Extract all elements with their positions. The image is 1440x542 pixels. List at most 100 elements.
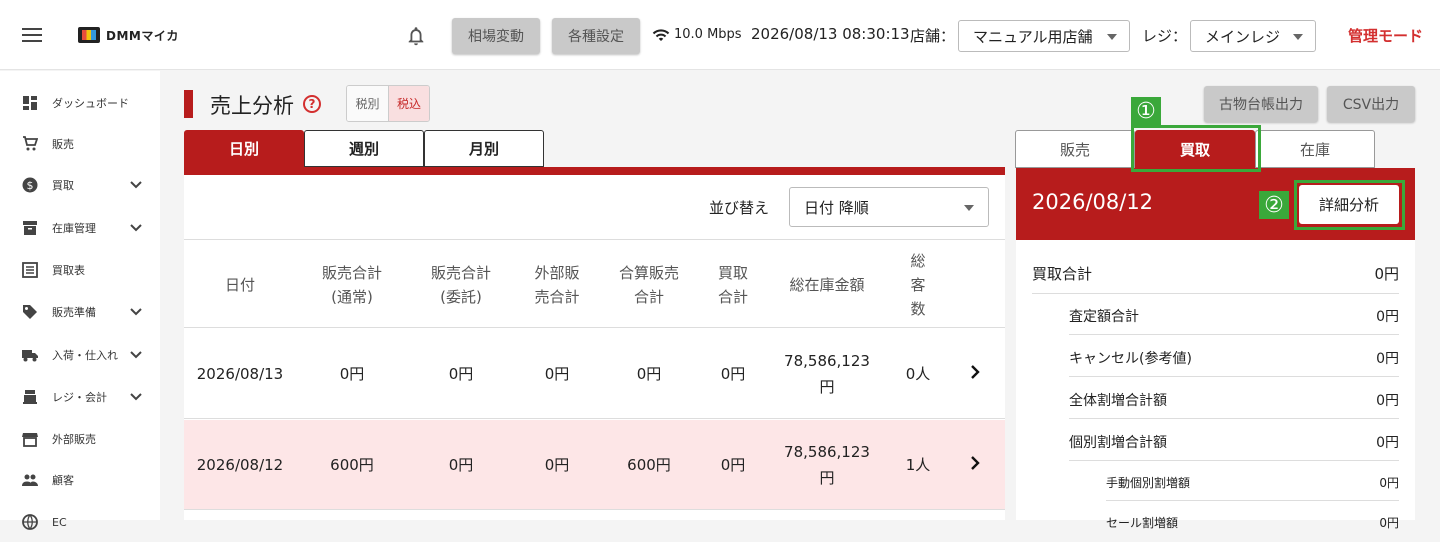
sidebar-item-sales[interactable]: 販売: [0, 124, 160, 164]
cell-stock-value: 78,586,123 円: [784, 443, 870, 487]
sidebar-item-label: 入荷・仕入れ: [52, 349, 118, 362]
cell-external: 0円: [544, 456, 570, 474]
column-header[interactable]: 合算販売 合計: [600, 240, 698, 329]
annotation-marker-1: ①: [1131, 97, 1161, 125]
bell-icon[interactable]: [405, 24, 427, 48]
current-datetime: 2026/08/13 08:30:13: [751, 25, 910, 43]
summary-label: 手動個別割増額: [1106, 475, 1191, 490]
summary-line: 買取合計 0円: [1032, 254, 1399, 294]
chevron-down-icon: [964, 205, 974, 211]
cell-date: 2026/08/12: [196, 456, 284, 474]
column-header[interactable]: 日付: [184, 240, 296, 329]
chevron-right-icon[interactable]: [970, 456, 980, 470]
column-header[interactable]: 販売合計 (委託): [408, 240, 514, 329]
store-select-value: マニュアル用店舗: [973, 27, 1093, 46]
chevron-down-icon: [130, 308, 142, 316]
settings-button[interactable]: 各種設定: [552, 18, 640, 54]
cell-sales-normal: 600円: [330, 456, 374, 474]
summary-value: 0円: [1374, 265, 1399, 283]
summary-value: 0円: [1376, 351, 1399, 367]
column-header[interactable]: 販売合計 (通常): [296, 240, 408, 329]
cell-sales-consign: 0円: [448, 456, 474, 474]
summary-value: 0円: [1376, 309, 1399, 325]
sidebar-item-receiving[interactable]: 入荷・仕入れ: [0, 335, 160, 375]
cell-sales-normal: 0円: [339, 365, 365, 383]
tax-excluded-option[interactable]: 税別: [347, 86, 388, 121]
chevron-down-icon: [1293, 34, 1303, 40]
admin-mode-link[interactable]: 管理モード: [1348, 25, 1423, 46]
annotation-marker-2: ②: [1259, 191, 1289, 219]
table-row[interactable]: 2026/08/12 600円 0円 0円 600円 0円 78,586,123…: [184, 420, 1005, 510]
csv-export-button[interactable]: CSV出力: [1327, 86, 1415, 122]
antique-ledger-export-button[interactable]: 古物台帳出力: [1204, 86, 1318, 122]
summary-value: 0円: [1379, 475, 1399, 490]
summary-label: 個別割増合計額: [1069, 435, 1167, 451]
sort-select[interactable]: 日付 降順: [789, 187, 989, 227]
period-tabs: 日別 週別 月別: [184, 130, 544, 167]
annotation-box-2: [1294, 180, 1405, 230]
souba-button[interactable]: 相場変動: [452, 18, 540, 54]
summary-line: 全体割増合計額 0円: [1069, 382, 1399, 419]
tab-sales[interactable]: 販売: [1015, 130, 1135, 168]
sidebar-item-label: 外部販売: [52, 433, 96, 446]
tax-included-option[interactable]: 税込: [388, 86, 429, 121]
tab-daily[interactable]: 日別: [184, 130, 304, 167]
store-label: 店舗：: [910, 27, 956, 45]
tab-weekly[interactable]: 週別: [304, 130, 424, 167]
logo-mark: [78, 27, 100, 43]
sidebar-item-label: 販売準備: [52, 306, 96, 319]
chevron-down-icon: [130, 393, 142, 401]
register-select[interactable]: メインレジ: [1190, 20, 1316, 52]
cell-combined: 0円: [636, 365, 662, 383]
sidebar-item-label: 顧客: [52, 474, 74, 487]
sidebar-item-dashboard[interactable]: ダッシュボード: [0, 83, 160, 123]
table-row[interactable]: 2026/08/13 0円 0円 0円 0円 0円 78,586,123 円 0…: [184, 329, 1005, 419]
summary-label: キャンセル(参考値): [1069, 351, 1192, 367]
column-header[interactable]: 総 客 数: [886, 240, 950, 329]
tab-monthly[interactable]: 月別: [424, 130, 544, 167]
sidebar-item-purchase[interactable]: $ 買取: [0, 165, 160, 205]
summary-line: セール割増額 0円: [1106, 504, 1399, 541]
page-title: 売上分析: [210, 94, 294, 118]
cell-sales-consign: 0円: [448, 365, 474, 383]
store-icon: [22, 433, 38, 447]
sidebar-item-ec[interactable]: EC: [0, 502, 160, 542]
cell-customers: 1人: [905, 456, 931, 474]
column-header[interactable]: 買取 合計: [698, 240, 768, 329]
sidebar-item-inventory[interactable]: 在庫管理: [0, 208, 160, 248]
help-icon[interactable]: ?: [303, 95, 321, 113]
globe-icon: [22, 514, 38, 530]
summary-label: 査定額合計: [1069, 309, 1139, 325]
cell-external: 0円: [544, 365, 570, 383]
menu-icon[interactable]: [22, 28, 42, 42]
sidebar-item-purchase-list[interactable]: 買取表: [0, 250, 160, 290]
box-icon: [23, 221, 37, 235]
summary-label: セール割増額: [1106, 516, 1179, 530]
svg-text:$: $: [27, 179, 34, 192]
summary-line: 査定額合計 0円: [1069, 298, 1399, 335]
cart-icon: [23, 136, 38, 151]
store-select[interactable]: マニュアル用店舗: [958, 20, 1130, 52]
sidebar-item-external-sales[interactable]: 外部販売: [0, 419, 160, 459]
sidebar-item-customers[interactable]: 顧客: [0, 460, 160, 500]
chevron-right-icon[interactable]: [970, 365, 980, 379]
summary-line: 個別割増合計額 0円: [1069, 424, 1399, 461]
sidebar-item-label: 在庫管理: [52, 222, 96, 235]
chevron-down-icon: [130, 351, 142, 359]
tab-inventory[interactable]: 在庫: [1255, 130, 1375, 168]
summary-line: 手動個別割増額 0円: [1106, 464, 1399, 501]
chevron-down-icon: [130, 224, 142, 232]
detail-summary: 買取合計 0円 査定額合計 0円 キャンセル(参考値) 0円 全体割増合計額 0…: [1016, 240, 1415, 530]
tax-toggle[interactable]: 税別 税込: [346, 85, 430, 122]
sidebar-item-sales-prep[interactable]: 販売準備: [0, 292, 160, 332]
sales-table: 並び替え 日付 降順 日付 販売合計 (通常) 販売合計 (委託) 外部販 売合…: [184, 175, 1005, 520]
title-accent-bar: [184, 90, 193, 118]
summary-label: 買取合計: [1032, 265, 1093, 283]
cell-purchase: 0円: [720, 456, 746, 474]
column-header[interactable]: 外部販 売合計: [514, 240, 600, 329]
sidebar-item-register[interactable]: レジ・会計: [0, 377, 160, 417]
detail-date: 2026/08/12: [1032, 190, 1154, 214]
cell-purchase: 0円: [720, 365, 746, 383]
people-icon: [22, 474, 38, 486]
column-header[interactable]: 総在庫金額: [768, 240, 886, 329]
